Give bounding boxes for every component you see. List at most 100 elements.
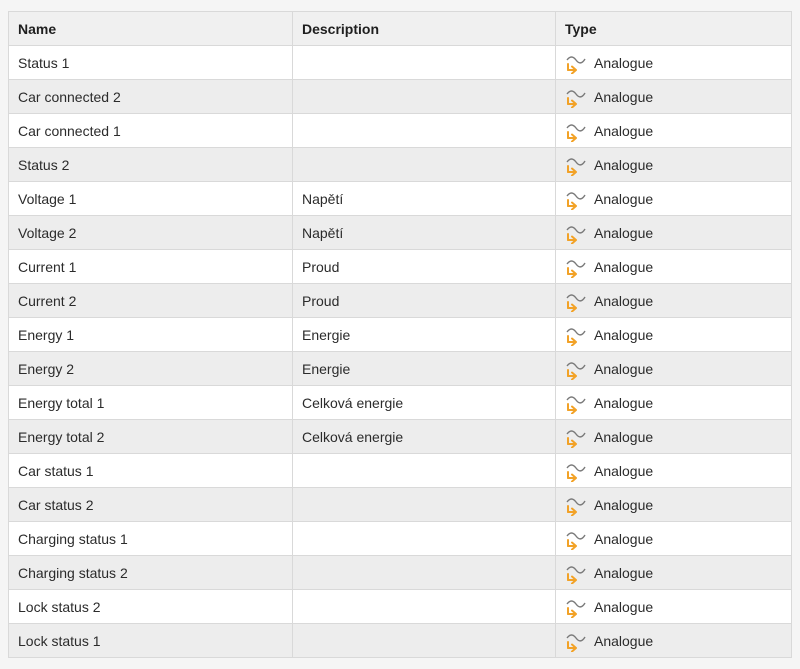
cell-description [292, 623, 556, 658]
cell-name: Energy total 1 [8, 385, 293, 420]
analogue-input-icon [565, 494, 587, 516]
analogue-input-icon [565, 392, 587, 414]
cell-type: Analogue [555, 351, 792, 386]
cell-type: Analogue [555, 79, 792, 114]
table-row[interactable]: Energy total 2 Celková energie Analogue [8, 419, 792, 454]
table-row[interactable]: Voltage 1 Napětí Analogue [8, 181, 792, 216]
type-label: Analogue [594, 496, 654, 513]
cell-description [292, 521, 556, 556]
table-row[interactable]: Car connected 1 Analogue [8, 113, 792, 148]
cell-type: Analogue [555, 453, 792, 488]
type-label: Analogue [594, 122, 654, 139]
cell-description: Celková energie [292, 385, 556, 420]
cell-type: Analogue [555, 487, 792, 522]
table-row[interactable]: Car connected 2 Analogue [8, 79, 792, 114]
cell-type: Analogue [555, 249, 792, 284]
analogue-input-icon [565, 426, 587, 448]
cell-name: Voltage 2 [8, 215, 293, 250]
cell-type: Analogue [555, 521, 792, 556]
cell-type: Analogue [555, 283, 792, 318]
analogue-input-icon [565, 256, 587, 278]
cell-type: Analogue [555, 623, 792, 658]
cell-name: Energy total 2 [8, 419, 293, 454]
cell-description: Energie [292, 317, 556, 352]
type-label: Analogue [594, 598, 654, 615]
type-label: Analogue [594, 54, 654, 71]
cell-type: Analogue [555, 555, 792, 590]
type-label: Analogue [594, 530, 654, 547]
table-row[interactable]: Lock status 2 Analogue [8, 589, 792, 624]
column-header-name[interactable]: Name [8, 11, 293, 46]
type-label: Analogue [594, 190, 654, 207]
cell-name: Lock status 1 [8, 623, 293, 658]
table-row[interactable]: Voltage 2 Napětí Analogue [8, 215, 792, 250]
analogue-input-icon [565, 596, 587, 618]
type-label: Analogue [594, 428, 654, 445]
table-row[interactable]: Status 2 Analogue [8, 147, 792, 182]
type-label: Analogue [594, 564, 654, 581]
cell-description: Napětí [292, 181, 556, 216]
table-row[interactable]: Energy 1 Energie Analogue [8, 317, 792, 352]
cell-name: Car status 1 [8, 453, 293, 488]
table-body: Status 1 Analogue Car connected 2 Analog… [8, 45, 792, 658]
analogue-input-icon [565, 290, 587, 312]
analogue-input-icon [565, 562, 587, 584]
cell-description: Proud [292, 249, 556, 284]
analogue-input-icon [565, 120, 587, 142]
type-label: Analogue [594, 88, 654, 105]
cell-name: Current 1 [8, 249, 293, 284]
analogue-input-icon [565, 52, 587, 74]
analogue-input-icon [565, 154, 587, 176]
type-label: Analogue [594, 632, 654, 649]
io-table: Name Description Type Status 1 Analogue [8, 11, 792, 658]
cell-type: Analogue [555, 419, 792, 454]
cell-type: Analogue [555, 215, 792, 250]
column-header-type[interactable]: Type [555, 11, 792, 46]
cell-type: Analogue [555, 589, 792, 624]
type-label: Analogue [594, 462, 654, 479]
cell-description [292, 79, 556, 114]
cell-type: Analogue [555, 45, 792, 80]
cell-name: Charging status 2 [8, 555, 293, 590]
table-row[interactable]: Charging status 1 Analogue [8, 521, 792, 556]
type-label: Analogue [594, 394, 654, 411]
cell-type: Analogue [555, 181, 792, 216]
cell-name: Status 2 [8, 147, 293, 182]
cell-name: Charging status 1 [8, 521, 293, 556]
cell-name: Current 2 [8, 283, 293, 318]
header-row: Name Description Type [8, 11, 792, 46]
cell-type: Analogue [555, 147, 792, 182]
table-row[interactable]: Status 1 Analogue [8, 45, 792, 80]
analogue-input-icon [565, 188, 587, 210]
analogue-input-icon [565, 460, 587, 482]
cell-description [292, 589, 556, 624]
cell-description [292, 147, 556, 182]
cell-type: Analogue [555, 317, 792, 352]
table-row[interactable]: Charging status 2 Analogue [8, 555, 792, 590]
table-row[interactable]: Energy 2 Energie Analogue [8, 351, 792, 386]
cell-description [292, 113, 556, 148]
analogue-input-icon [565, 528, 587, 550]
table-row[interactable]: Current 1 Proud Analogue [8, 249, 792, 284]
table-row[interactable]: Lock status 1 Analogue [8, 623, 792, 658]
type-label: Analogue [594, 326, 654, 343]
cell-description: Napětí [292, 215, 556, 250]
io-table-container: Name Description Type Status 1 Analogue [8, 11, 792, 658]
column-header-description[interactable]: Description [292, 11, 556, 46]
analogue-input-icon [565, 86, 587, 108]
table-row[interactable]: Car status 1 Analogue [8, 453, 792, 488]
type-label: Analogue [594, 292, 654, 309]
analogue-input-icon [565, 222, 587, 244]
cell-name: Car connected 1 [8, 113, 293, 148]
table-row[interactable]: Car status 2 Analogue [8, 487, 792, 522]
cell-name: Car connected 2 [8, 79, 293, 114]
table-row[interactable]: Current 2 Proud Analogue [8, 283, 792, 318]
cell-name: Lock status 2 [8, 589, 293, 624]
analogue-input-icon [565, 630, 587, 652]
cell-type: Analogue [555, 385, 792, 420]
table-row[interactable]: Energy total 1 Celková energie Analogue [8, 385, 792, 420]
table-header: Name Description Type [8, 11, 792, 46]
type-label: Analogue [594, 258, 654, 275]
cell-name: Energy 1 [8, 317, 293, 352]
cell-name: Status 1 [8, 45, 293, 80]
